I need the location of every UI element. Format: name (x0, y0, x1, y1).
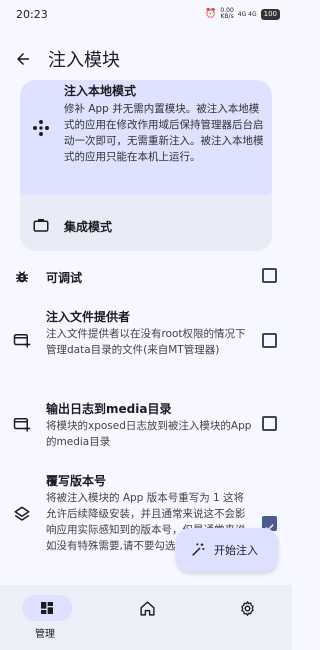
home-icon (139, 600, 155, 616)
inject-mode-card: 注入本地模式 修补 App 并无需内置模块。被注入本地模式的应用在修改作用域后保… (20, 80, 272, 251)
net-speed: 0.00 KB/s (220, 8, 233, 20)
main-content[interactable]: 注入本地模式 修补 App 并无需内置模块。被注入本地模式的应用在修改作用域后保… (0, 80, 292, 585)
signal-icon: 4G 4G (237, 10, 257, 18)
card-add-icon (12, 414, 32, 434)
file-provider-checkbox[interactable] (262, 333, 277, 348)
gear-icon (240, 600, 254, 616)
setting-row-debuggable[interactable]: 可调试 (0, 262, 292, 292)
mode-title-integrated: 集成模式 (64, 220, 113, 234)
card-add-icon (12, 330, 32, 350)
bottom-navigation: 管理 (0, 585, 292, 650)
debuggable-checkbox[interactable] (262, 268, 277, 283)
app-bar: 注入模块 (0, 38, 292, 80)
mode-option-local[interactable]: 注入本地模式 修补 App 并无需内置模块。被注入本地模式的应用在修改作用域后保… (20, 80, 272, 195)
status-bar: 20:23 ⏰ 0.00 KB/s 4G 4G 100 (0, 0, 292, 28)
media-log-checkbox[interactable] (262, 416, 277, 431)
setting-title-debuggable: 可调试 (46, 271, 83, 285)
net-speed-unit: KB/s (220, 13, 234, 20)
nav-label-manage: 管理 (35, 629, 55, 640)
mode-option-integrated[interactable]: 集成模式 (20, 200, 272, 250)
setting-description-file-provider: 注入文件提供者以在没有root权限的情况下管理data目录的文件(来自MT管理器… (46, 328, 246, 356)
setting-row-file-provider[interactable]: 注入文件提供者 注入文件提供者以在没有root权限的情况下管理data目录的文件… (0, 308, 292, 380)
back-button[interactable] (8, 44, 38, 74)
layers-icon (12, 504, 32, 524)
setting-row-media-log[interactable]: 输出日志到media目录 将模块的xposed日志放到被注入模块的App的med… (0, 400, 292, 456)
nav-item-settings[interactable] (200, 593, 290, 643)
status-time: 20:23 (16, 7, 48, 21)
page-title: 注入模块 (48, 50, 120, 71)
nav-pill-settings (222, 595, 272, 621)
nav-item-manage[interactable]: 管理 (0, 593, 90, 643)
mode-title-local: 注入本地模式 (64, 84, 137, 98)
nav-pill-home (122, 595, 172, 621)
setting-description-media-log: 将模块的xposed日志放到被注入模块的App的media目录 (46, 420, 252, 448)
diamond-dots-icon (30, 117, 52, 139)
magic-wand-icon (192, 543, 205, 556)
nav-item-home[interactable] (100, 593, 190, 643)
battery-icon: 100 (260, 8, 280, 20)
start-inject-button[interactable]: 开始注入 (176, 528, 278, 572)
arrow-back-icon (17, 53, 29, 65)
setting-title-override-version: 覆写版本号 (46, 474, 107, 488)
mode-description-local: 修补 App 并无需内置模块。被注入本地模式的应用在修改作用域后保持管理器后台启… (64, 103, 264, 163)
briefcase-icon (30, 214, 52, 236)
bug-icon (12, 267, 32, 287)
nav-pill-manage (22, 595, 72, 621)
setting-title-file-provider: 注入文件提供者 (46, 310, 131, 324)
dashboard-icon (41, 602, 53, 614)
status-icons: ⏰ 0.00 KB/s 4G 4G 100 (205, 8, 280, 20)
setting-title-media-log: 输出日志到media目录 (46, 402, 172, 416)
start-inject-label: 开始注入 (214, 544, 258, 557)
alarm-icon: ⏰ (205, 9, 217, 19)
